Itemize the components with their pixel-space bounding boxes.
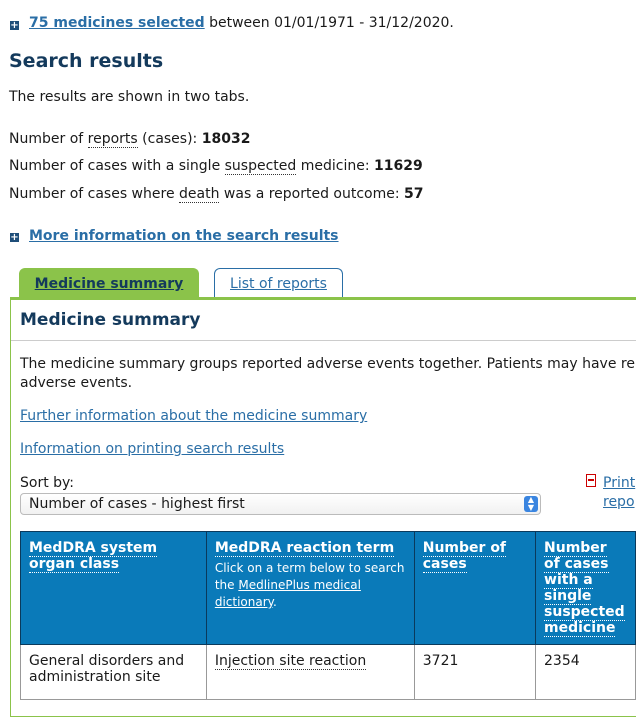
column-header-number-of-cases[interactable]: Number of cases bbox=[413, 531, 537, 645]
column-header-label: MedDRA reaction term bbox=[214, 540, 395, 557]
stat-label: medicine: bbox=[296, 158, 375, 174]
cell-number-of-cases: 3721 bbox=[413, 644, 537, 700]
more-info-link[interactable]: More information on the search results bbox=[29, 228, 339, 244]
stat-death: Number of cases where death was a report… bbox=[9, 186, 424, 203]
medicines-selected-link[interactable]: 75 medicines selected bbox=[29, 15, 205, 31]
sort-select[interactable]: Number of cases - highest first ▲ ▼ bbox=[20, 493, 541, 515]
results-table: MedDRA system organ class MedDRA reactio… bbox=[20, 531, 636, 700]
sort-selected-value: Number of cases - highest first bbox=[29, 496, 245, 512]
panel-description: The medicine summary groups reported adv… bbox=[20, 355, 635, 393]
date-range: between 01/01/1971 - 31/12/2020. bbox=[209, 15, 454, 31]
column-header-single-suspected[interactable]: Number of cases with a single suspected … bbox=[535, 531, 636, 645]
intro-text: The results are shown in two tabs. bbox=[9, 89, 250, 105]
hint-text: . bbox=[273, 595, 277, 609]
cell-soc: General disorders and administration sit… bbox=[20, 644, 207, 700]
cell-reaction-term: Injection site reaction bbox=[205, 644, 415, 700]
expand-icon[interactable]: + bbox=[10, 21, 19, 31]
stat-single-suspected: Number of cases with a single suspected … bbox=[9, 158, 423, 175]
print-link-text[interactable]: Print bbox=[603, 475, 635, 491]
tab-label: Medicine summary bbox=[34, 276, 184, 292]
stat-label: was a reported outcome: bbox=[219, 186, 405, 202]
cell-single-suspected: 2354 bbox=[535, 644, 636, 700]
tab-medicine-summary[interactable]: Medicine summary bbox=[19, 268, 199, 298]
page-title: Search results bbox=[9, 50, 163, 72]
table-row: General disorders and administration sit… bbox=[20, 644, 636, 700]
column-header-label: MedDRA system organ class bbox=[29, 540, 158, 573]
column-header-label: Number of cases with a single suspected … bbox=[544, 540, 625, 637]
glossary-term-reports[interactable]: reports bbox=[87, 131, 138, 148]
glossary-term-death[interactable]: death bbox=[179, 186, 220, 203]
printing-info-link[interactable]: Information on printing search results bbox=[20, 441, 284, 457]
panel-title: Medicine summary bbox=[20, 310, 201, 330]
tab-label: List of reports bbox=[230, 276, 327, 292]
stat-label: Number of cases with a single bbox=[9, 158, 225, 174]
description-line: adverse events. bbox=[20, 375, 133, 391]
tab-list-of-reports[interactable]: List of reports bbox=[214, 268, 343, 298]
column-header-label: Number of cases bbox=[422, 540, 507, 573]
pdf-icon bbox=[586, 474, 596, 487]
column-header-soc[interactable]: MedDRA system organ class bbox=[20, 531, 207, 645]
print-link-text[interactable]: repo bbox=[603, 494, 635, 510]
table-header-row: MedDRA system organ class MedDRA reactio… bbox=[20, 531, 636, 645]
print-report-link[interactable]: Print repo bbox=[603, 474, 635, 512]
stat-value: 57 bbox=[404, 186, 424, 202]
stat-label: Number of bbox=[9, 131, 88, 147]
sort-label: Sort by: bbox=[20, 475, 75, 491]
further-info-link[interactable]: Further information about the medicine s… bbox=[20, 408, 367, 424]
description-line: The medicine summary groups reported adv… bbox=[20, 356, 635, 372]
select-arrows-icon: ▲ ▼ bbox=[524, 496, 538, 512]
stat-label: (cases): bbox=[137, 131, 202, 147]
reaction-term-link[interactable]: Injection site reaction bbox=[214, 653, 367, 670]
expand-icon[interactable]: + bbox=[10, 233, 19, 243]
selection-summary: 75 medicines selected between 01/01/1971… bbox=[29, 15, 454, 31]
stat-label: Number of cases where bbox=[9, 186, 180, 202]
stat-value: 18032 bbox=[201, 131, 251, 147]
column-header-hint: Click on a term below to search the Medl… bbox=[215, 560, 406, 611]
stat-value: 11629 bbox=[374, 158, 423, 174]
column-header-reaction-term[interactable]: MedDRA reaction term Click on a term bel… bbox=[205, 531, 415, 645]
glossary-term-suspected[interactable]: suspected bbox=[224, 158, 297, 175]
stat-reports: Number of reports (cases): 18032 bbox=[9, 131, 251, 148]
page-title-text: Search results bbox=[9, 50, 164, 72]
